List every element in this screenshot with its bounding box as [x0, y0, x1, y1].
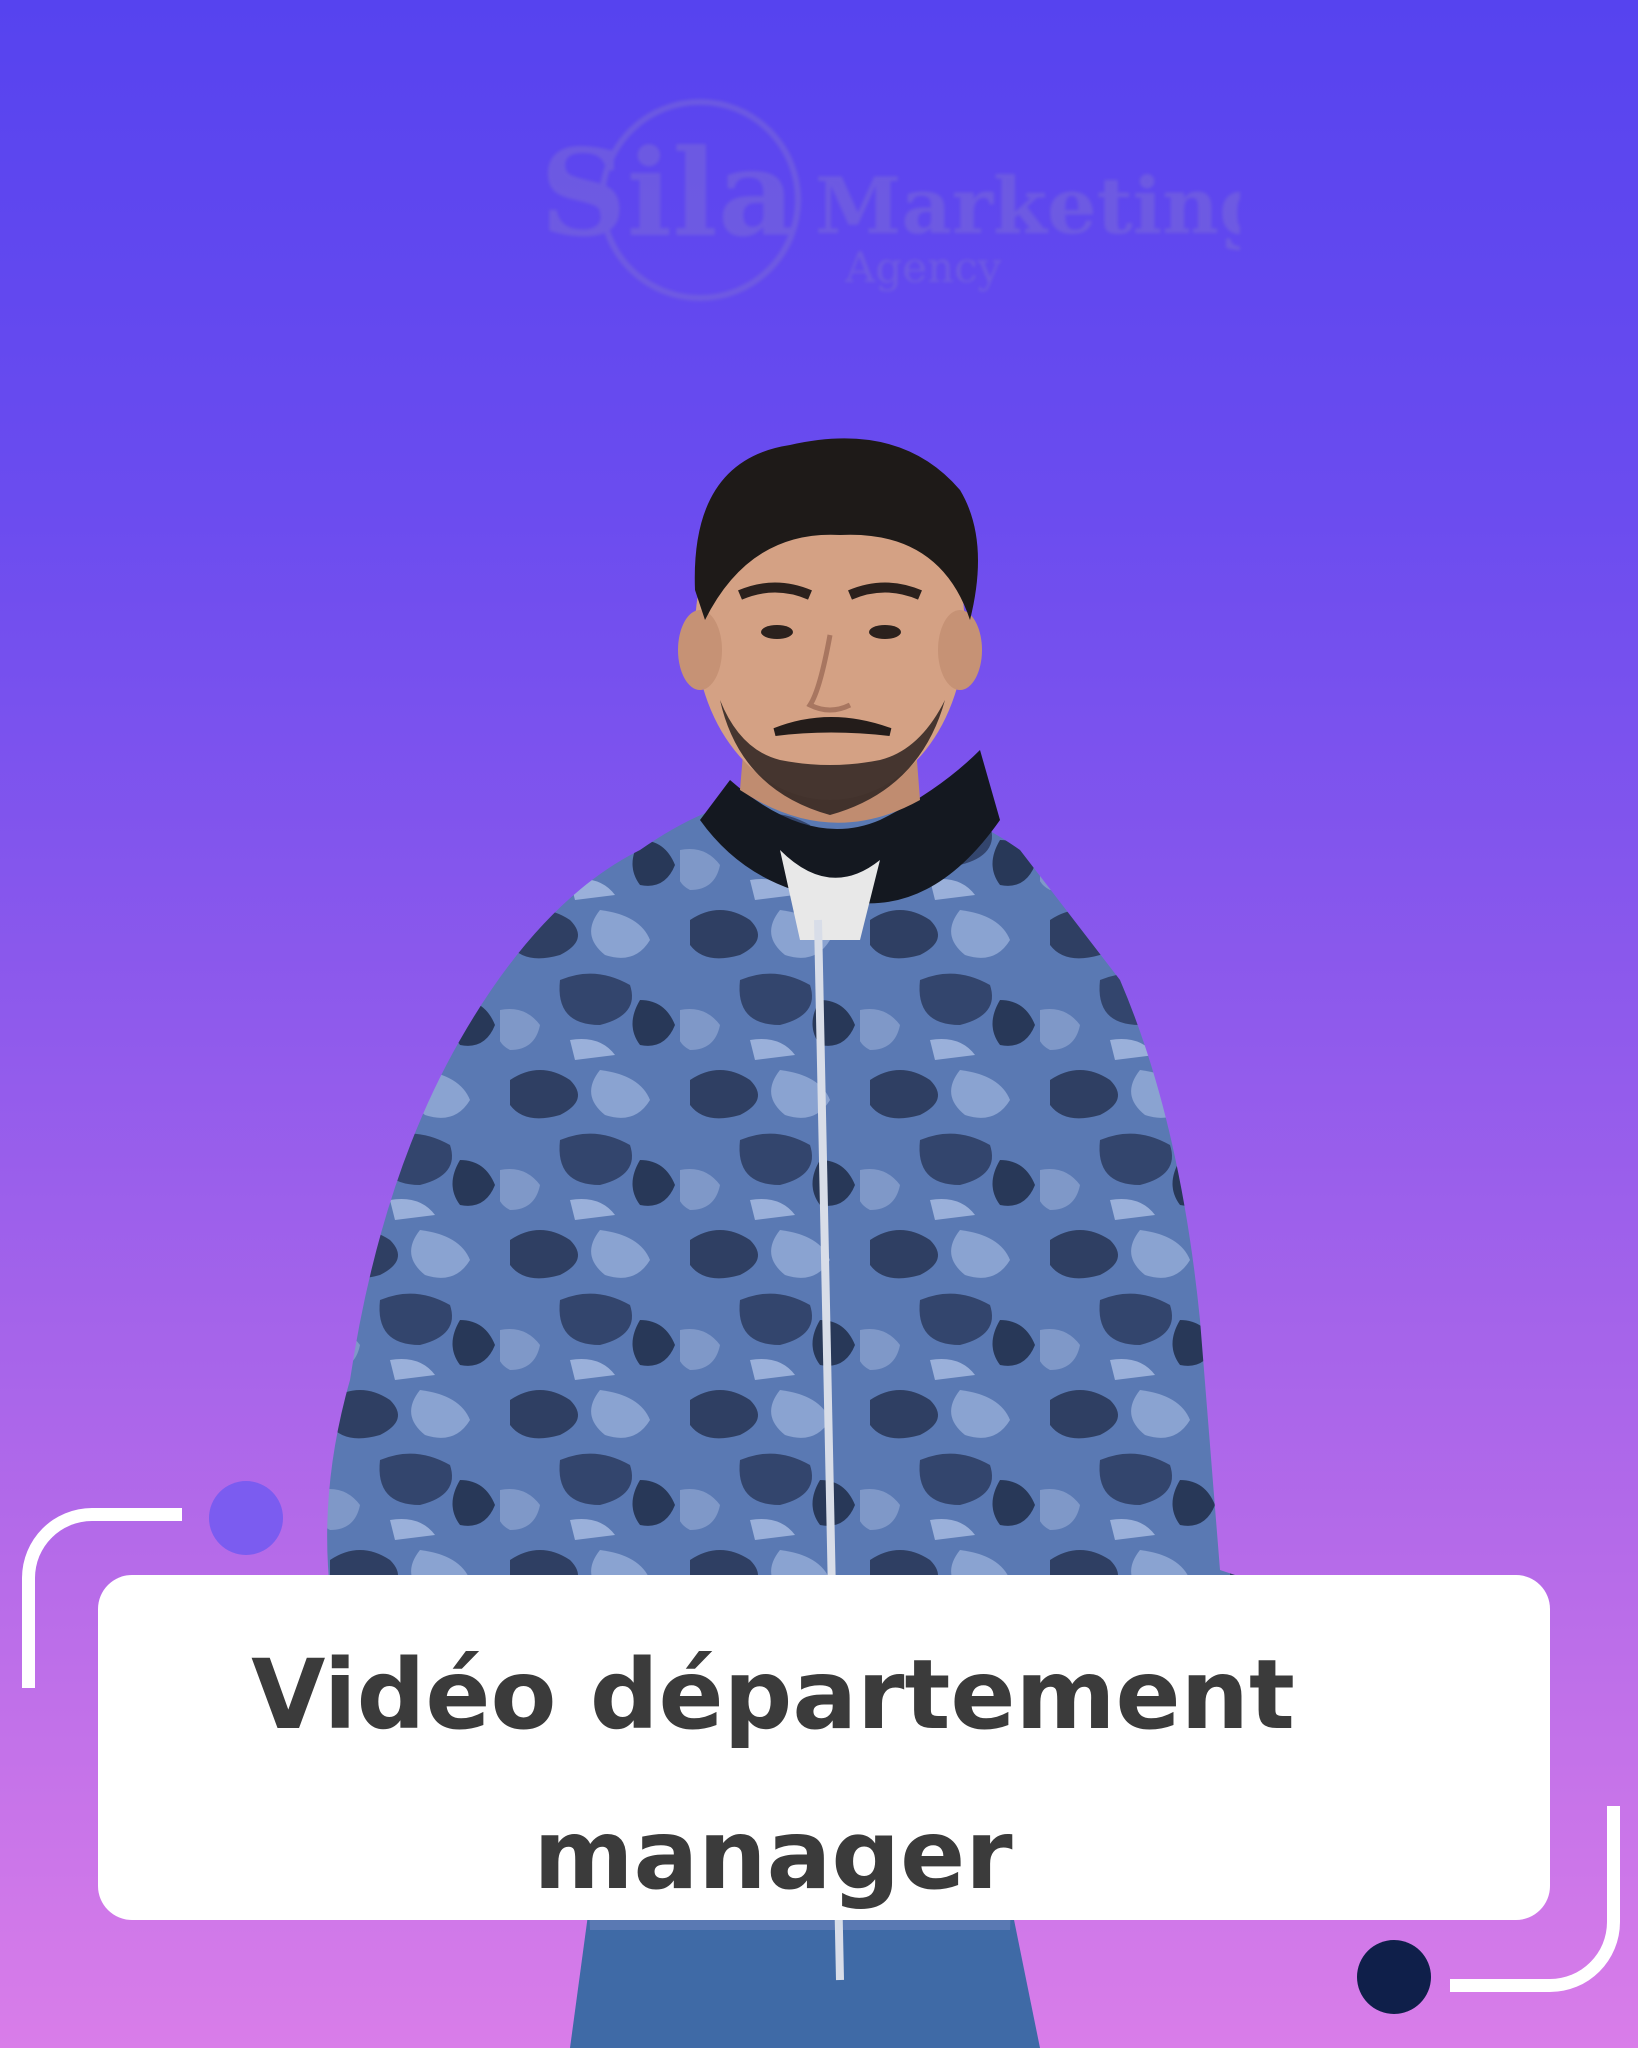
- title: Vidéo département manager: [98, 1615, 1448, 1935]
- decorative-dot-purple: [209, 1481, 283, 1555]
- logo-sub: Agency: [844, 243, 1002, 292]
- poster: Sila Marketing Agency Vidéo département …: [0, 0, 1638, 2048]
- eye-right: [869, 625, 901, 639]
- ear-right: [938, 610, 982, 690]
- title-line-1: Vidéo département: [251, 1639, 1295, 1751]
- logo-brand: Sila: [540, 123, 796, 264]
- decorative-dot-navy: [1357, 1940, 1431, 2014]
- brand-logo: Sila Marketing Agency: [520, 85, 1274, 325]
- logo-word: Marketing: [815, 161, 1240, 252]
- eye-left: [761, 625, 793, 639]
- title-card: Vidéo département manager: [98, 1575, 1550, 1920]
- mustache: [773, 717, 892, 736]
- ear-left: [678, 610, 722, 690]
- title-line-2: manager: [533, 1799, 1013, 1911]
